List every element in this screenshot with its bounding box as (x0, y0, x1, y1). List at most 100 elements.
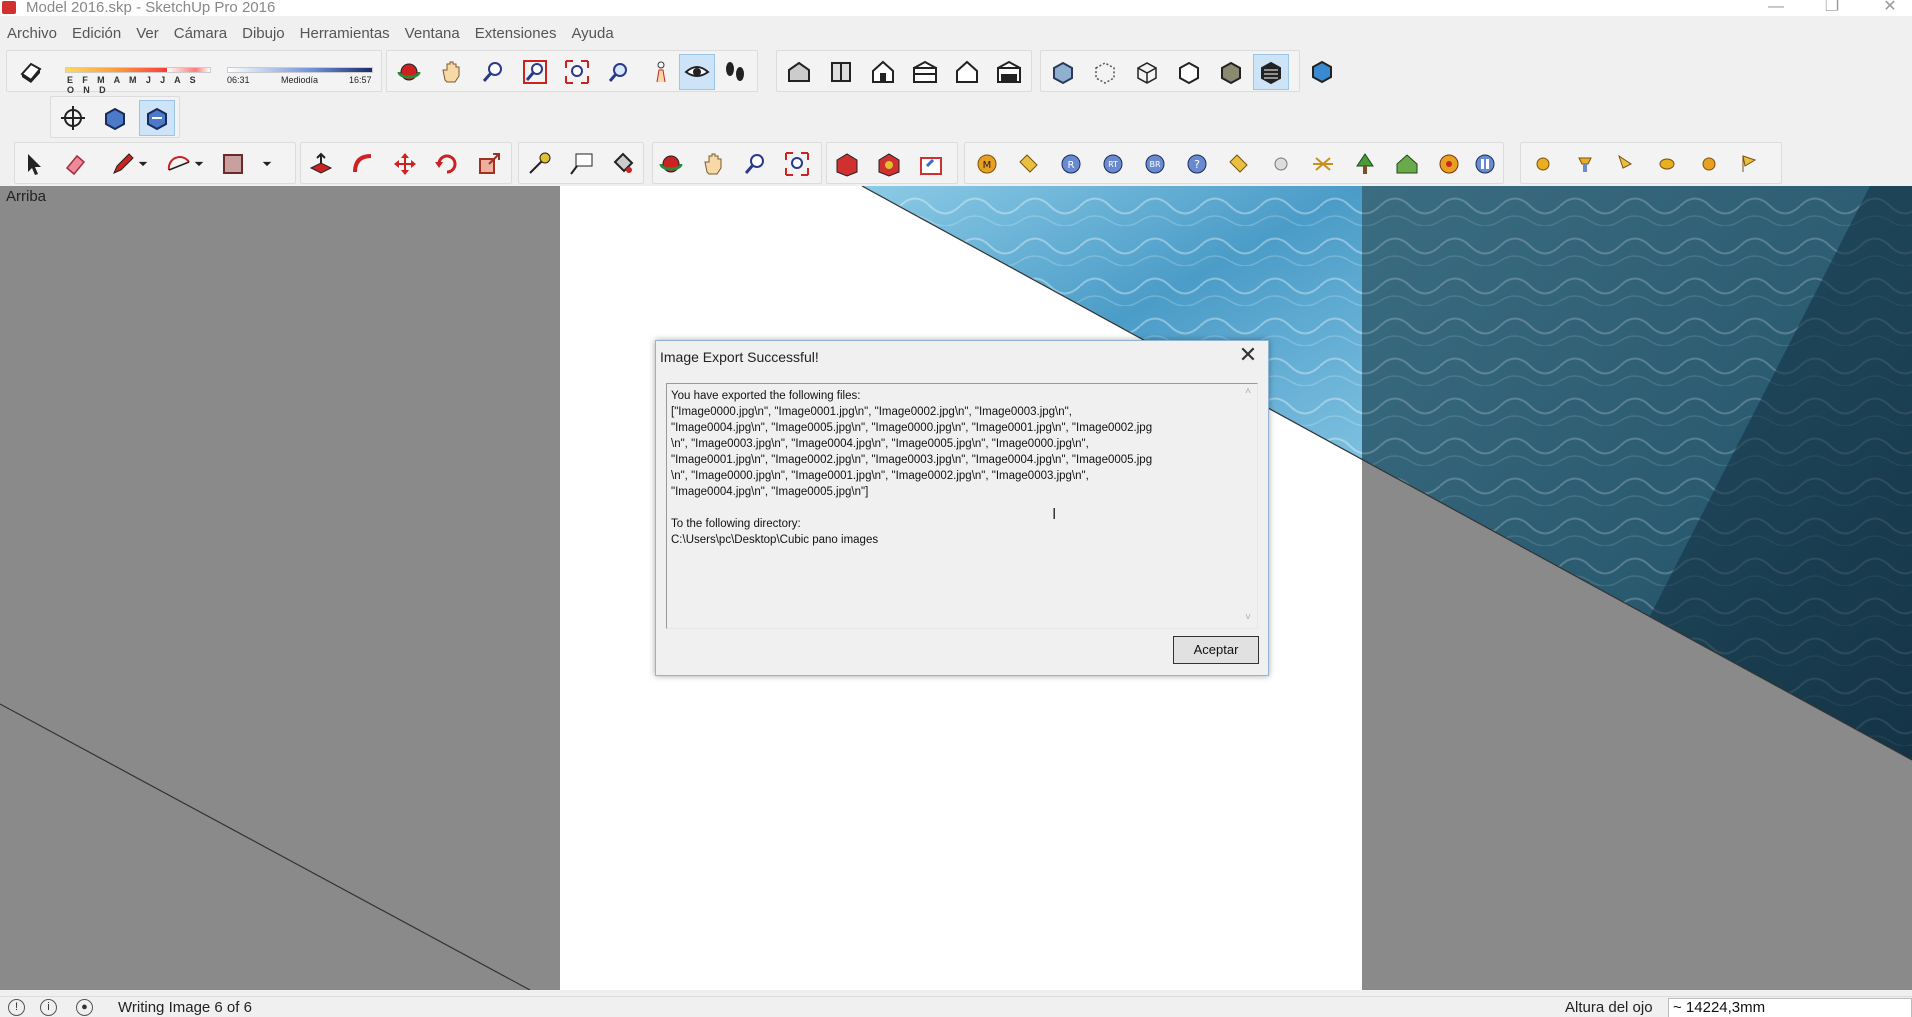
shadow-settings-button[interactable] (13, 54, 49, 90)
eraser-button[interactable] (57, 146, 93, 182)
ext-tree-button[interactable] (1347, 146, 1383, 182)
iso-view-button[interactable] (781, 54, 817, 90)
pan-button-2[interactable] (695, 146, 731, 182)
left-view-button[interactable] (991, 54, 1027, 90)
xray-button[interactable] (1045, 54, 1081, 90)
menu-extensiones[interactable]: Extensiones (475, 22, 565, 46)
rotate-button[interactable] (429, 146, 465, 182)
ext-help-button[interactable]: ? (1179, 146, 1215, 182)
section-plane-button[interactable] (55, 100, 91, 136)
text-button[interactable] (563, 146, 599, 182)
zoom-extents-button[interactable] (559, 54, 595, 90)
zoom-button-2[interactable] (737, 146, 773, 182)
user-account-icon[interactable]: ● (76, 999, 93, 1016)
pan-button[interactable] (433, 54, 469, 90)
menu-ventana[interactable]: Ventana (405, 22, 468, 46)
extension-warehouse-button[interactable] (871, 146, 907, 182)
credits-icon[interactable]: i (40, 999, 57, 1016)
zoom-window-button[interactable] (517, 54, 553, 90)
ext-ball-button[interactable] (1691, 146, 1727, 182)
eye-height-input[interactable]: ~ 14224,3mm (1668, 998, 1912, 1017)
display-section-cuts-button[interactable] (139, 100, 175, 136)
push-pull-button[interactable] (303, 146, 339, 182)
zoom-button[interactable] (475, 54, 511, 90)
ext-m-button[interactable]: M (969, 146, 1005, 182)
front-view-button[interactable] (865, 54, 901, 90)
scroll-down-arrow-icon[interactable]: ˅ (1241, 612, 1255, 626)
menu-dibujo[interactable]: Dibujo (242, 22, 293, 46)
dialog-message-box[interactable]: You have exported the following files: [… (666, 383, 1258, 629)
ext-house-button[interactable] (1389, 146, 1425, 182)
ext-rt-button[interactable]: RT (1095, 146, 1131, 182)
ext-r-button[interactable]: R (1053, 146, 1089, 182)
wireframe-button[interactable] (1129, 54, 1165, 90)
section-plane-icon (61, 106, 85, 130)
ext-sphere-button[interactable] (1263, 146, 1299, 182)
left-house-icon (997, 60, 1021, 83)
menu-archivo[interactable]: Archivo (7, 22, 65, 46)
follow-me-button[interactable] (345, 146, 381, 182)
menu-camara[interactable]: Cámara (174, 22, 235, 46)
hidden-line-button[interactable] (1171, 54, 1207, 90)
orbit-button-2[interactable] (653, 146, 689, 182)
pause-icon (1475, 154, 1495, 174)
ext-label-button[interactable] (1221, 146, 1257, 182)
paint-bucket-button[interactable] (605, 146, 641, 182)
r-badge-icon: R (1061, 154, 1081, 174)
scale-button[interactable] (471, 146, 507, 182)
menu-ver[interactable]: Ver (136, 22, 167, 46)
close-window-button[interactable]: ✕ (1870, 0, 1910, 16)
right-view-button[interactable] (907, 54, 943, 90)
back-view-button[interactable] (949, 54, 985, 90)
position-camera-button[interactable] (643, 54, 679, 90)
ext-flag-button[interactable] (1731, 146, 1767, 182)
get-models-button[interactable] (829, 146, 865, 182)
ext-br-button[interactable]: BR (1137, 146, 1173, 182)
title-bar: Model 2016.skp - SketchUp Pro 2016 — ❐ ✕ (0, 0, 1912, 16)
restore-button[interactable]: ❐ (1812, 0, 1852, 16)
move-button[interactable] (387, 146, 423, 182)
time-slider[interactable]: 06:31 Mediodía 16:57 (225, 61, 375, 85)
month-slider[interactable]: E F M A M J J A S O N D (63, 61, 213, 95)
ext-target-button[interactable] (1431, 146, 1467, 182)
menu-ayuda[interactable]: Ayuda (571, 22, 621, 46)
arc-dropdown-button[interactable] (189, 146, 209, 182)
share-model-button[interactable] (913, 146, 949, 182)
walk-button[interactable] (717, 54, 753, 90)
line-dropdown-button[interactable] (133, 146, 153, 182)
select-button[interactable] (15, 146, 51, 182)
aceptar-button[interactable]: Aceptar (1173, 636, 1259, 664)
dialog-close-button[interactable]: ✕ (1238, 344, 1258, 366)
previous-view-button[interactable] (601, 54, 637, 90)
minimize-button[interactable]: — (1756, 0, 1796, 16)
warehouse-icon (836, 153, 858, 177)
scroll-up-arrow-icon[interactable]: ˄ (1241, 386, 1255, 400)
menu-herramientas[interactable]: Herramientas (300, 22, 398, 46)
ext-spotlight-button[interactable] (1607, 146, 1643, 182)
look-around-button[interactable] (679, 54, 715, 90)
time-end-label: 16:57 (349, 75, 372, 85)
ext-sun-button[interactable] (1305, 146, 1341, 182)
shaded-textures-button[interactable] (1253, 54, 1289, 90)
top-view-button[interactable] (823, 54, 859, 90)
zoom-extents-button-2[interactable] (779, 146, 815, 182)
previous-view-icon (608, 63, 627, 82)
ext-tag-button[interactable] (1011, 146, 1047, 182)
rectangle-button[interactable] (215, 146, 251, 182)
monochrome-button[interactable] (1304, 53, 1340, 89)
display-section-planes-button[interactable] (97, 100, 133, 136)
ext-disc-button[interactable] (1649, 146, 1685, 182)
ext-lamp-button[interactable] (1567, 146, 1603, 182)
shaded-button[interactable] (1213, 54, 1249, 90)
tape-measure-button[interactable] (521, 146, 557, 182)
ext-pause-button[interactable] (1467, 146, 1503, 182)
menu-edicion[interactable]: Edición (72, 22, 129, 46)
construction-toolbar (518, 142, 644, 184)
orbit-button[interactable] (391, 54, 427, 90)
geolocation-icon[interactable]: ! (8, 999, 25, 1016)
shape-dropdown-button[interactable] (257, 146, 277, 182)
ext-dot-button[interactable] (1525, 146, 1561, 182)
drawing-toolbar (14, 142, 296, 184)
back-edges-button[interactable] (1087, 54, 1123, 90)
month-slider-track (65, 67, 211, 73)
